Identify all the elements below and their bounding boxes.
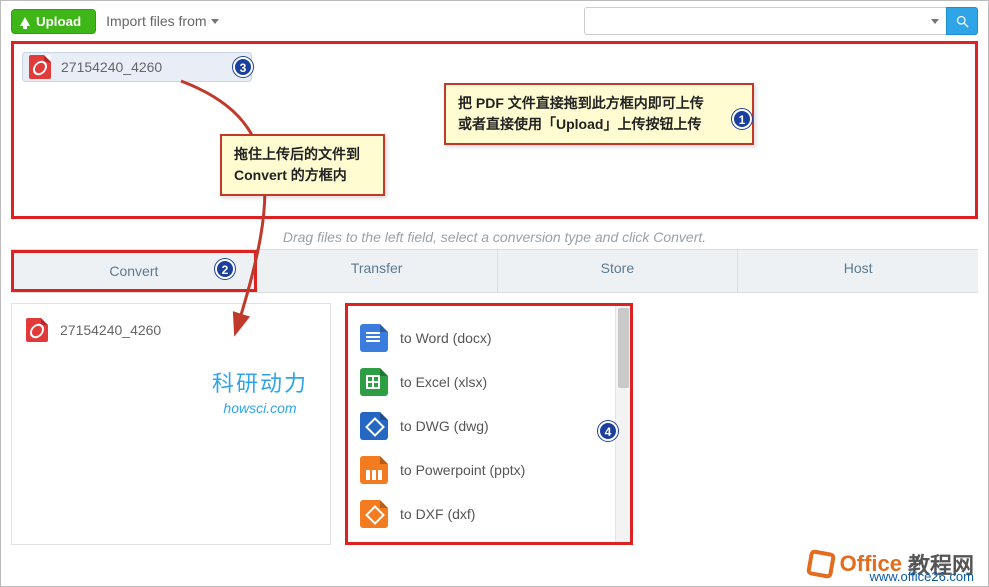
search-input[interactable] xyxy=(584,7,924,35)
tab-label: Convert xyxy=(109,263,158,279)
topbar: Upload Import files from xyxy=(1,1,988,41)
excel-icon xyxy=(360,368,388,396)
watermark-en: howsci.com xyxy=(212,400,308,416)
word-icon xyxy=(360,324,388,352)
source-file-name: 27154240_4260 xyxy=(60,322,161,338)
search-filter-dropdown[interactable] xyxy=(924,7,946,35)
tabs: Convert Transfer Store Host xyxy=(11,249,978,293)
convert-options-panel: to Word (docx) to Excel (xlsx) to DWG (d… xyxy=(345,303,633,545)
scrollbar-thumb[interactable] xyxy=(618,308,629,388)
tab-label: Host xyxy=(844,260,873,276)
convert-option-ppt[interactable]: to Powerpoint (pptx) xyxy=(356,448,622,492)
hint-text: Drag files to the left field, select a c… xyxy=(1,219,988,249)
dwg-icon xyxy=(360,412,388,440)
dxf-icon xyxy=(360,500,388,528)
powerpoint-icon xyxy=(360,456,388,484)
callout-drag-hint: 拖住上传后的文件到 Convert 的方框内 xyxy=(220,134,385,196)
option-label: to DXF (dxf) xyxy=(400,506,475,522)
upload-arrow-icon xyxy=(20,17,30,26)
option-label: to Word (docx) xyxy=(400,330,492,346)
convert-option-dwg[interactable]: to DWG (dwg) xyxy=(356,404,622,448)
watermark-cn: 科研动力 xyxy=(212,366,308,398)
callout-line: 拖住上传后的文件到 xyxy=(234,144,371,165)
bubble-3: 3 xyxy=(233,57,253,77)
caret-down-icon xyxy=(211,19,219,24)
pdf-icon xyxy=(26,318,48,342)
uploaded-file-chip[interactable]: 27154240_4260 xyxy=(22,52,252,82)
upload-label: Upload xyxy=(36,14,81,29)
search-box xyxy=(584,7,978,35)
bubble-2: 2 xyxy=(215,259,235,279)
pdf-icon xyxy=(29,55,51,79)
convert-body: 27154240_4260 科研动力 howsci.com to Word (d… xyxy=(11,303,978,545)
search-button[interactable] xyxy=(946,7,978,35)
import-menu[interactable]: Import files from xyxy=(106,13,218,29)
caret-down-icon xyxy=(931,19,939,24)
bubble-1: 1 xyxy=(732,109,752,129)
brand-url: www.office26.com xyxy=(869,569,974,584)
watermark: 科研动力 howsci.com xyxy=(212,366,308,416)
callout-line: Convert 的方框内 xyxy=(234,165,371,186)
callout-line: 或者直接使用「Upload」上传按钮上传 xyxy=(458,114,740,135)
convert-source-panel[interactable]: 27154240_4260 科研动力 howsci.com xyxy=(11,303,331,545)
option-label: to Excel (xlsx) xyxy=(400,374,487,390)
convert-option-excel[interactable]: to Excel (xlsx) xyxy=(356,360,622,404)
callout-upload-hint: 把 PDF 文件直接拖到此方框内即可上传 或者直接使用「Upload」上传按钮上… xyxy=(444,83,754,145)
option-label: to Powerpoint (pptx) xyxy=(400,462,525,478)
options-scrollbar[interactable] xyxy=(615,306,631,542)
tab-label: Store xyxy=(601,260,634,276)
bubble-4: 4 xyxy=(598,421,618,441)
source-file[interactable]: 27154240_4260 xyxy=(26,318,316,342)
import-label: Import files from xyxy=(106,13,206,29)
uploaded-file-name: 27154240_4260 xyxy=(61,59,162,75)
callout-line: 把 PDF 文件直接拖到此方框内即可上传 xyxy=(458,93,740,114)
upload-button[interactable]: Upload xyxy=(11,9,96,34)
search-icon xyxy=(955,14,970,29)
convert-option-dxf[interactable]: to DXF (dxf) xyxy=(356,492,622,536)
tab-transfer[interactable]: Transfer xyxy=(257,250,498,292)
convert-option-word[interactable]: to Word (docx) xyxy=(356,316,622,360)
tab-store[interactable]: Store xyxy=(498,250,739,292)
office-logo-icon xyxy=(806,549,836,579)
tab-host[interactable]: Host xyxy=(738,250,978,292)
option-label: to DWG (dwg) xyxy=(400,418,489,434)
tab-label: Transfer xyxy=(351,260,403,276)
